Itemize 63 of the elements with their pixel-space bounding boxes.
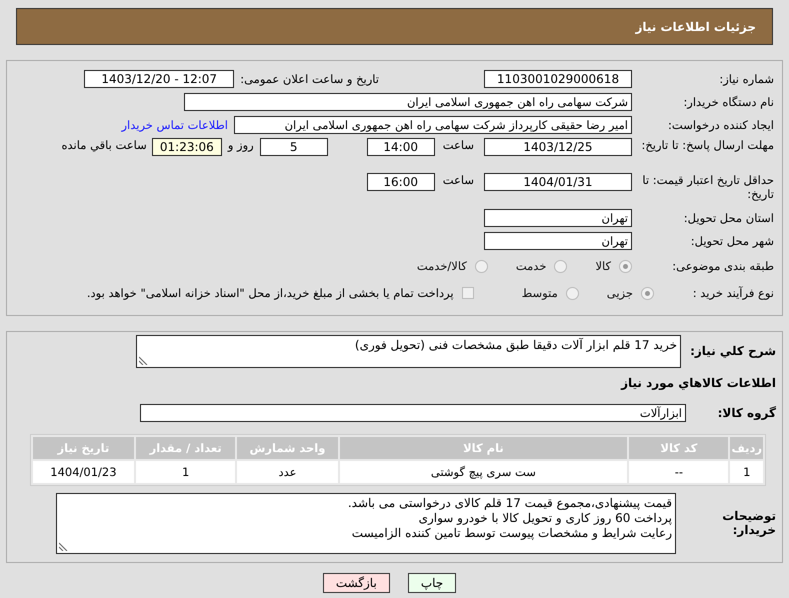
column-header: نام کالا — [340, 437, 628, 459]
description-textarea[interactable]: خرید 17 قلم ابزار آلات دقیقا طبق مشخصات فنی (تحویل فوری) — [136, 334, 681, 368]
table-cell: 1 — [730, 461, 763, 483]
radio-option[interactable]: خدمت — [516, 259, 568, 273]
table-cell: 1 — [136, 461, 236, 483]
page-title: جزئیات اطلاعات نیاز — [635, 20, 756, 34]
column-header: تعداد / مقدار — [136, 437, 236, 459]
column-header: واحد شمارش — [237, 437, 338, 459]
field-label: نام دستگاه خریدار: — [682, 95, 774, 109]
back-button[interactable]: بازگشت — [322, 573, 390, 593]
radio-button[interactable] — [566, 286, 579, 300]
column-header: کد کالا — [629, 437, 728, 459]
field-label: گروه کالا: — [716, 406, 776, 420]
field-label: استان محل تحویل: — [682, 211, 774, 225]
column-header: ردیف — [730, 437, 763, 459]
field-label: مهلت ارسال پاسخ: تا تاریخ: — [640, 138, 774, 152]
field-label: ساعت — [442, 138, 474, 152]
print-button[interactable]: چاپ — [408, 573, 456, 593]
field-label: ساعت باقي مانده — [62, 138, 147, 152]
notes-textarea[interactable]: قیمت پیشنهادی،مجموع قیمت 17 قلم کالای درخواستی می باشد. پرداخت 60 روز کاری و تحویل کالا با خودرو سواری رعایت شرایط و مشخصات پیوست توسط تامین کننده الزامیست — [56, 492, 676, 554]
field-label: تاریخ و ساعت اعلان عمومی: — [240, 72, 379, 86]
field-label: توضیحات خریدار: — [721, 509, 776, 537]
field-label: شرح کلي نیاز: — [689, 344, 776, 358]
buyer-field: شرکت سهامی راه اهن جمهوری اسلامی ایران — [184, 93, 632, 111]
field-label: روز و — [228, 138, 254, 152]
radio-option[interactable]: متوسط — [522, 286, 579, 300]
requester-field: امیر رضا حقیقی کارپرداز شرکت سهامی راه اهن جمهوری اسلامی ایران — [234, 116, 632, 134]
column-header: تاریخ نیاز — [33, 437, 134, 459]
field-label: نوع فرآیند خرید : — [692, 286, 774, 300]
field-label: ساعت — [442, 173, 474, 187]
contact-link[interactable]: اطلاعات تماس خریدار — [121, 118, 228, 132]
date-field: 1404/01/31 — [484, 173, 632, 191]
radio-button[interactable] — [474, 260, 488, 272]
goods-group-field: ابزارآلات — [140, 404, 686, 422]
field-label: حداقل تاریخ اعتبار قیمت: تا تاریخ: — [641, 173, 774, 201]
date-field: 1403/12/25 — [484, 138, 632, 156]
announce-date-field: 1403/12/20 - 12:07 — [84, 70, 234, 88]
time-field: 14:00 — [366, 138, 435, 156]
time-field: 16:00 — [366, 173, 435, 191]
checkbox[interactable] — [462, 287, 474, 299]
need-number-field: 1103001029000618 — [484, 70, 632, 88]
radio-option[interactable]: کالا/خدمت — [416, 259, 488, 273]
remaining-time-field: 01:23:06 — [152, 138, 222, 156]
radio-option[interactable]: کالا — [595, 259, 632, 273]
radio-button[interactable] — [554, 260, 568, 272]
days-field: 5 — [260, 138, 328, 156]
table-cell: 1404/01/23 — [33, 461, 134, 483]
resize-handle-icon — [59, 542, 68, 550]
field-label: ایجاد کننده درخواست: — [667, 118, 774, 132]
table-cell: -- — [629, 461, 728, 483]
table-cell: ست سری پیچ گوشتی — [340, 461, 628, 483]
radio-option[interactable]: جزیی — [606, 286, 654, 300]
field-label: طبقه بندی موضوعی: — [671, 259, 774, 273]
section-heading: اطلاعات کالاهاي مورد نياز — [621, 376, 776, 390]
radio-button[interactable] — [641, 286, 654, 300]
radio-button[interactable] — [619, 260, 632, 272]
field-label: شهر محل تحویل: — [690, 234, 774, 248]
checkbox-label: پرداخت تمام یا بخشی از مبلغ خرید،از محل "اسناد خزانه اسلامی" خواهد بود. — [86, 286, 454, 300]
city-field: تهران — [484, 232, 632, 250]
field-label: شماره نیاز: — [718, 72, 774, 86]
table-cell: عدد — [237, 461, 338, 483]
resize-handle-icon — [139, 356, 148, 364]
province-field: تهران — [484, 209, 632, 227]
